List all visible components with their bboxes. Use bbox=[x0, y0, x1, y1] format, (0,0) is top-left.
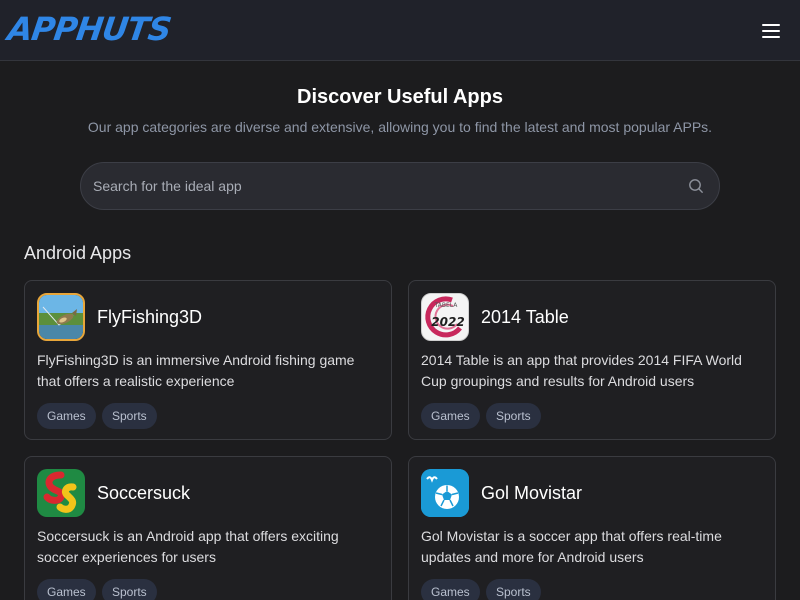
gol-movistar-app-icon bbox=[421, 469, 469, 517]
tag-games[interactable]: Games bbox=[37, 403, 96, 429]
search-input[interactable] bbox=[93, 163, 673, 209]
app-name: Soccersuck bbox=[97, 483, 191, 503]
search-icon[interactable] bbox=[688, 178, 704, 194]
app-card-gol-movistar[interactable]: Gol Movistar Gol Movistar is a soccer ap… bbox=[408, 456, 776, 600]
tag-sports[interactable]: Sports bbox=[102, 403, 157, 429]
icon-text-main: 2022 bbox=[431, 315, 464, 329]
soccersuck-app-icon bbox=[37, 469, 85, 517]
search-bar bbox=[80, 162, 720, 210]
app-card-soccersuck[interactable]: Soccersuck Soccersuck is an Android app … bbox=[24, 456, 392, 600]
section-title: Android Apps bbox=[24, 243, 132, 263]
apphuts-logo[interactable]: APPHUTS bbox=[5, 10, 173, 48]
tag-games[interactable]: Games bbox=[421, 579, 480, 600]
tag-games[interactable]: Games bbox=[421, 403, 480, 429]
hamburger-menu-icon[interactable] bbox=[758, 19, 784, 43]
fly-fishing-app-icon bbox=[37, 293, 85, 341]
app-card-2014-table[interactable]: TABELA 2022 2014 Table 2014 Table is an … bbox=[408, 280, 776, 440]
app-description: Gol Movistar is a soccer app that offers… bbox=[421, 528, 722, 565]
app-description: Soccersuck is an Android app that offers… bbox=[37, 528, 339, 565]
tag-sports[interactable]: Sports bbox=[486, 579, 541, 600]
tag-sports[interactable]: Sports bbox=[102, 579, 157, 600]
page-title: Discover Useful Apps bbox=[297, 86, 503, 108]
app-description: FlyFishing3D is an immersive Android fis… bbox=[37, 352, 355, 389]
app-description: 2014 Table is an app that provides 2014 … bbox=[421, 352, 742, 389]
logo-text: APPHUTS bbox=[5, 10, 173, 48]
page-subtitle: Our app categories are diverse and exten… bbox=[87, 119, 713, 135]
app-name: FlyFishing3D bbox=[97, 307, 203, 327]
table-2022-app-icon: TABELA 2022 bbox=[421, 293, 469, 341]
site-header: APPHUTS bbox=[0, 0, 800, 61]
app-name: 2014 Table bbox=[481, 307, 569, 327]
app-name: Gol Movistar bbox=[481, 483, 583, 503]
icon-text-top: TABELA bbox=[434, 302, 459, 309]
app-card-flyfishing3d[interactable]: FlyFishing3D FlyFishing3D is an immersiv… bbox=[24, 280, 392, 440]
tag-games[interactable]: Games bbox=[37, 579, 96, 600]
tag-sports[interactable]: Sports bbox=[486, 403, 541, 429]
